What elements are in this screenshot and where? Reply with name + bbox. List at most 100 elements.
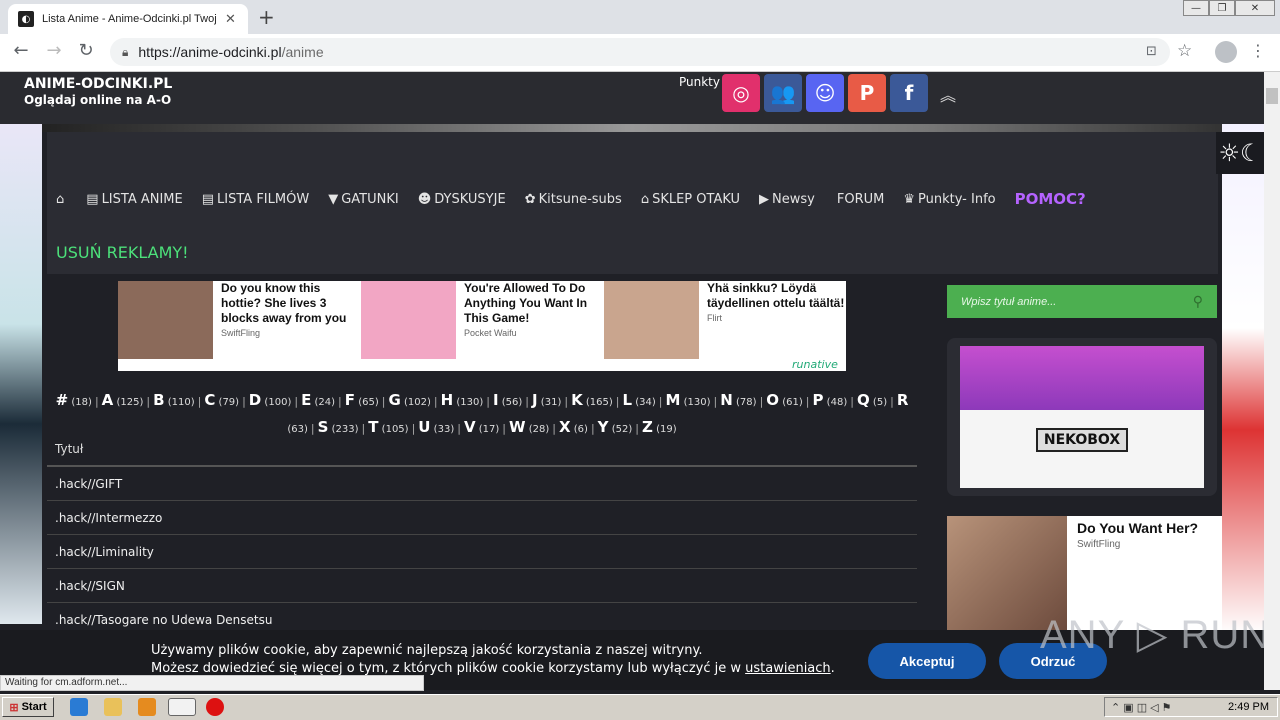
table-row[interactable]: .hack//Intermezzo <box>47 501 917 535</box>
nekobox-banner[interactable]: NEKOBOX <box>960 346 1204 488</box>
table-header[interactable]: Tytuł <box>47 440 917 467</box>
browser-tab[interactable]: ◐ Lista Anime - Anime-Odcinki.pl Twoja ✕ <box>8 4 248 34</box>
tab-close-icon[interactable]: ✕ <box>225 12 236 27</box>
menu-item-0[interactable]: ⌂ <box>56 192 67 207</box>
letter-link[interactable]: M (130) <box>666 391 711 409</box>
bookmark-star-icon[interactable]: ☆ <box>1177 41 1192 61</box>
explorer-icon[interactable] <box>104 698 122 716</box>
left-side-banner-ad[interactable] <box>0 124 42 624</box>
patreon-icon[interactable]: P <box>848 74 886 112</box>
letter-char: Q <box>856 391 870 409</box>
letter-link[interactable]: T (105) <box>368 418 408 436</box>
separator: | <box>411 422 416 435</box>
menu-item-9[interactable]: ♛ Punkty- Info <box>903 192 995 207</box>
site-logo-title[interactable]: ANIME-ODCINKI.PL <box>24 76 172 92</box>
letter-link[interactable]: S (233) <box>318 418 359 436</box>
letter-char: # <box>55 391 69 409</box>
letter-link[interactable]: B (110) <box>153 391 195 409</box>
page-scrollbar[interactable] <box>1264 72 1280 690</box>
table-row[interactable]: .hack//GIFT <box>47 467 917 501</box>
ie-icon[interactable] <box>70 698 88 716</box>
chrome-icon[interactable] <box>168 698 196 716</box>
letter-link[interactable]: I (56) <box>493 391 522 409</box>
start-button[interactable]: ⊞ Start <box>2 697 54 717</box>
search-icon[interactable]: ⚲ <box>1193 294 1203 310</box>
sidebar-ad-source: SwiftFling <box>1077 539 1121 550</box>
forward-icon[interactable]: → <box>42 40 66 61</box>
letter-link[interactable]: U (33) <box>418 418 454 436</box>
restore-button[interactable]: ❐ <box>1209 0 1235 16</box>
group-icon[interactable]: 👥 <box>764 74 802 112</box>
letter-count-value: 19 <box>659 424 673 435</box>
ad-item[interactable]: Do you know this hottie? She lives 3 blo… <box>118 281 361 371</box>
letter-count-value: 125 <box>120 397 140 408</box>
letter-link[interactable]: V (17) <box>464 418 499 436</box>
new-tab-button[interactable]: + <box>258 5 275 29</box>
letter-count: (5) <box>869 397 888 408</box>
letter-link[interactable]: A (125) <box>102 391 144 409</box>
letter-link[interactable]: C (79) <box>204 391 239 409</box>
letter-link[interactable]: Z (19) <box>642 418 677 436</box>
discord-icon[interactable]: ☺ <box>806 74 844 112</box>
media-player-icon[interactable] <box>138 698 156 716</box>
scrollbar-thumb[interactable] <box>1266 88 1278 104</box>
letter-link[interactable]: J (31) <box>532 391 561 409</box>
menu-item-2[interactable]: ▤ LISTA FILMÓW <box>202 192 309 207</box>
menu-item-7[interactable]: ▶ Newsy <box>759 192 815 207</box>
menu-kebab-icon[interactable]: ⋮ <box>1250 41 1266 60</box>
letter-char: O <box>766 391 780 409</box>
reload-icon[interactable]: ↻ <box>74 40 98 61</box>
letter-link[interactable]: L (34) <box>623 391 656 409</box>
accept-cookies-button[interactable]: Akceptuj <box>868 643 986 679</box>
letter-count: (233) <box>328 424 359 435</box>
letter-link[interactable]: O (61) <box>766 391 803 409</box>
theme-toggle-icon[interactable]: ☼☾ <box>1216 132 1264 174</box>
letter-link[interactable]: Y (52) <box>598 418 633 436</box>
profile-avatar[interactable] <box>1215 41 1237 63</box>
ad-item[interactable]: You're Allowed To Do Anything You Want I… <box>361 281 604 371</box>
menu-item-1[interactable]: ▤ LISTA ANIME <box>86 192 182 207</box>
table-row[interactable]: .hack//Liminality <box>47 535 917 569</box>
right-side-banner-ad[interactable] <box>1222 124 1264 634</box>
menu-item-5[interactable]: ✿ Kitsune-subs <box>525 192 622 207</box>
menu-items: ⌂ ▤ LISTA ANIME ▤ LISTA FILMÓW ▼ GATUNKI ☻ DYSKU… <box>56 190 1086 208</box>
letter-link[interactable]: N (78) <box>720 391 756 409</box>
separator: | <box>759 395 764 408</box>
letter-link[interactable]: # (18) <box>56 391 92 409</box>
site-favicon-icon: ◐ <box>18 11 34 27</box>
menu-item-8[interactable]: FORUM <box>834 192 884 207</box>
shield-icon[interactable] <box>206 698 224 716</box>
letter-link[interactable]: P (48) <box>813 391 848 409</box>
search-input[interactable] <box>961 295 1161 308</box>
letter-link[interactable]: H (130) <box>441 391 484 409</box>
back-icon[interactable]: ← <box>9 40 33 61</box>
menu-item-6[interactable]: ⌂ SKLEP OTAKU <box>641 192 740 207</box>
letter-count-value: 52 <box>615 424 629 435</box>
close-window-button[interactable]: ✕ <box>1235 0 1275 16</box>
help-link[interactable]: POMOC? <box>1015 190 1086 208</box>
cookie-settings-link[interactable]: ustawieniach <box>745 661 831 676</box>
translate-icon[interactable]: ⊡ <box>1146 44 1157 59</box>
table-row[interactable]: .hack//SIGN <box>47 569 917 603</box>
letter-count: (165) <box>582 397 613 408</box>
letter-link[interactable]: D (100) <box>249 391 292 409</box>
remove-ads-link[interactable]: USUŃ REKLAMY! <box>56 243 189 262</box>
letter-link[interactable]: G (102) <box>388 391 430 409</box>
menu-item-4[interactable]: ☻ DYSKUSYJE <box>418 192 506 207</box>
chevron-up-icon[interactable]: ︽ <box>940 82 956 106</box>
letter-link[interactable]: X (6) <box>559 418 588 436</box>
letter-link[interactable]: E (24) <box>301 391 335 409</box>
punkty-label[interactable]: Punkty <box>679 75 720 89</box>
menu-item-3[interactable]: ▼ GATUNKI <box>328 192 399 207</box>
letter-count-value: 6 <box>577 424 585 435</box>
facebook-icon[interactable]: f <box>890 74 928 112</box>
instagram-icon[interactable]: ◎ <box>722 74 760 112</box>
tray-icons[interactable]: ⌃ ▣ ◫ ◁ ⚑ <box>1105 701 1172 714</box>
letter-link[interactable]: F (65) <box>345 391 379 409</box>
letter-link[interactable]: Q (5) <box>857 391 887 409</box>
letter-link[interactable]: K (165) <box>571 391 613 409</box>
minimize-button[interactable]: — <box>1183 0 1209 16</box>
url-field[interactable]: 🔒︎ https://anime-odcinki.pl/anime <box>110 38 1170 66</box>
letter-link[interactable]: W (28) <box>509 418 549 436</box>
letter-char: Z <box>642 418 653 436</box>
